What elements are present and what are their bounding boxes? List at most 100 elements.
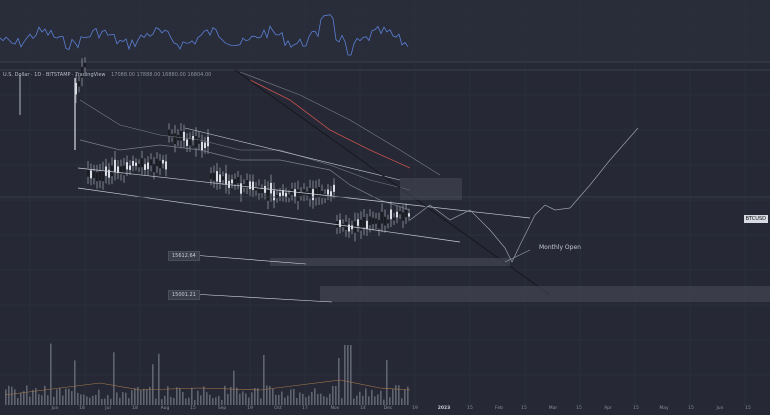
candle-body	[222, 176, 224, 181]
price-chart[interactable]	[0, 0, 770, 415]
volume-bar	[341, 398, 343, 405]
volume-bar	[215, 397, 217, 405]
candle-body	[357, 219, 359, 226]
volume-bar	[122, 392, 124, 405]
candle-body	[90, 170, 92, 179]
candle-body	[405, 209, 407, 218]
candle-body	[375, 218, 377, 224]
candle-body	[261, 189, 263, 194]
date-label: Nov	[330, 406, 340, 411]
volume-bar	[197, 390, 199, 405]
date-label: Sep	[217, 406, 227, 411]
date-label: 18	[79, 406, 85, 411]
price-label-lower[interactable]: 15001.21	[168, 290, 200, 300]
candle-body	[111, 165, 113, 177]
date-label: Oct	[274, 406, 282, 411]
volume-bar	[65, 388, 67, 405]
volume-bar	[125, 392, 127, 405]
date-label: 14	[360, 406, 366, 411]
candle-body	[339, 219, 341, 227]
candle-body	[87, 168, 89, 177]
chart-window[interactable]: U.S. Dollar · 1D · BITSTAMP · TradingVie…	[0, 0, 770, 415]
volume-bar	[113, 352, 115, 405]
candle-body	[195, 136, 197, 148]
candle-body	[216, 171, 218, 182]
volume-bar	[254, 387, 256, 405]
candle-body	[93, 171, 95, 179]
volume-bar	[71, 391, 73, 405]
volume-bar	[89, 397, 91, 405]
volume-bar	[119, 397, 121, 405]
candle-body	[249, 181, 251, 190]
price-label-upper[interactable]: 15612.64	[168, 251, 200, 261]
date-label: 18	[132, 406, 138, 411]
volume-bar	[170, 396, 172, 405]
candle-body	[285, 192, 287, 198]
volume-bar	[35, 388, 37, 405]
candle-body	[201, 141, 203, 151]
volume-bar	[356, 395, 358, 405]
candle-body	[159, 160, 161, 169]
volume-bar	[236, 387, 238, 405]
date-label: Feb	[495, 406, 503, 411]
volume-bar	[50, 343, 52, 405]
volume-bar	[329, 393, 331, 405]
volume-bar	[317, 393, 319, 405]
candle-body	[234, 178, 236, 185]
candle-body	[123, 165, 125, 176]
candle-body	[141, 158, 143, 168]
candle-body	[396, 211, 398, 218]
volume-bar	[377, 394, 379, 405]
candle-body	[147, 162, 149, 170]
candle-body	[165, 161, 167, 170]
candle-body	[258, 185, 260, 194]
candle-body	[168, 129, 170, 137]
volume-bar	[179, 387, 181, 405]
candle-body	[351, 225, 353, 230]
candle-body	[219, 174, 221, 183]
volume-bar	[203, 386, 205, 405]
volume-bar	[26, 385, 28, 405]
volume-bar	[242, 391, 244, 405]
candle-body	[129, 165, 131, 170]
candle-body	[174, 133, 176, 145]
volume-bar	[20, 392, 22, 405]
volume-bar	[311, 391, 313, 405]
volume-bar	[80, 394, 82, 405]
volume-bar	[44, 385, 46, 405]
candle-body	[192, 136, 194, 141]
candle-body	[378, 219, 380, 229]
volume-bar	[404, 389, 406, 405]
date-axis[interactable]: Jun 18 Jul 18 Aug 15 Sep 19 Oct 17 Nov 14 Dec 19 2023 1…	[0, 405, 770, 415]
date-label: Jul	[105, 406, 111, 411]
candle-body	[138, 163, 140, 168]
volume-bar	[68, 388, 70, 405]
candle-body	[114, 159, 116, 172]
date-label: 17	[302, 406, 308, 411]
volume-bar	[308, 395, 310, 405]
candle-body	[126, 162, 128, 170]
date-label: 15	[633, 406, 639, 411]
candle-body	[84, 62, 86, 68]
volume-bar	[143, 388, 145, 405]
volume-bar	[131, 390, 133, 405]
volume-bar	[38, 394, 40, 405]
candle-body	[153, 164, 155, 173]
date-label: Mar	[548, 406, 558, 411]
volume-bar	[374, 396, 376, 405]
date-label: 15	[688, 406, 694, 411]
candle-body	[186, 139, 188, 146]
candle-body	[78, 81, 80, 87]
resistance-zone	[400, 178, 462, 200]
candle-body	[267, 189, 269, 201]
moving-average	[239, 71, 441, 176]
volume-bar	[257, 388, 259, 405]
date-label: 19	[247, 406, 253, 411]
volume-bar	[11, 386, 13, 405]
volume-bar	[86, 396, 88, 405]
monthly-open-annotation[interactable]: Monthly Open	[539, 244, 581, 251]
candle-body	[387, 219, 389, 224]
candle-body	[312, 189, 314, 201]
volume-bar	[344, 345, 346, 405]
volume-bar	[209, 394, 211, 405]
